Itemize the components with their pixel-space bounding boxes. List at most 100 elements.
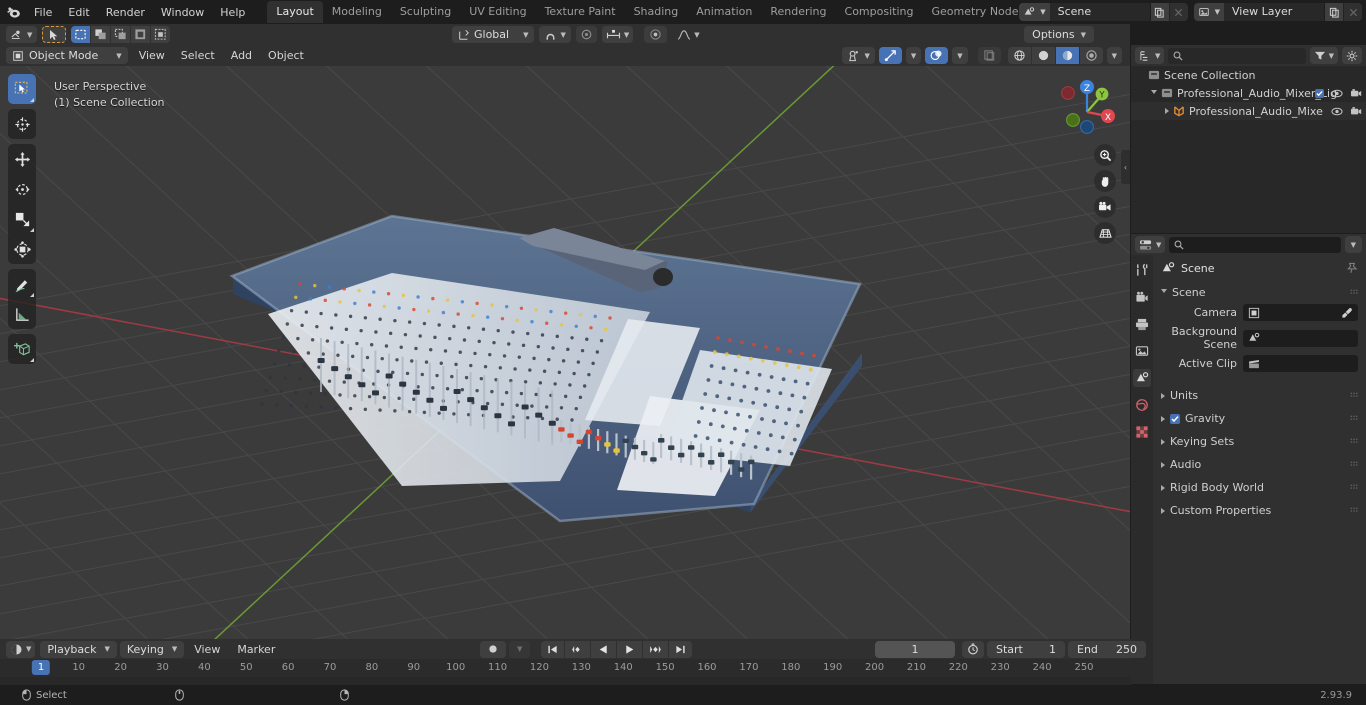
- object-types-visibility-icon[interactable]: ▼: [842, 47, 875, 64]
- render-tab[interactable]: [1133, 288, 1151, 306]
- proportional-falloff-toggle[interactable]: [644, 26, 668, 43]
- viewport-sidebar-toggle[interactable]: ‹: [1121, 150, 1130, 184]
- wireframe-shading-icon[interactable]: [1007, 47, 1031, 64]
- stopwatch-icon[interactable]: [962, 640, 984, 658]
- properties-options-dropdown[interactable]: ▼: [1344, 236, 1362, 253]
- unlink-scene-icon[interactable]: [1168, 3, 1188, 21]
- top-menu-edit[interactable]: Edit: [60, 3, 97, 22]
- filter-icon[interactable]: ▼: [1309, 47, 1338, 64]
- timeline-menu-playback[interactable]: Playback ▼: [40, 640, 117, 658]
- toggle-perspective-button[interactable]: [1094, 222, 1116, 244]
- measure-tool[interactable]: [8, 299, 36, 329]
- tool-settings-icon[interactable]: ▼: [6, 26, 38, 43]
- viewport-menu-select[interactable]: Select: [174, 47, 222, 64]
- move-tool[interactable]: [8, 144, 36, 174]
- rotate-tool[interactable]: [8, 174, 36, 204]
- chevron-right-icon[interactable]: [1165, 108, 1169, 114]
- camera-view-button[interactable]: [1094, 196, 1116, 218]
- play-button[interactable]: [617, 640, 643, 658]
- solid-shading-icon[interactable]: [1031, 47, 1055, 64]
- texture-tab[interactable]: [1133, 423, 1151, 441]
- jump-to-next-keyframe-button[interactable]: [643, 640, 669, 658]
- navigation-gizmo[interactable]: Z Y X: [1048, 72, 1122, 146]
- cursor-tool[interactable]: [8, 109, 36, 139]
- chevron-right-icon[interactable]: [1161, 507, 1165, 514]
- extend-selection-icon[interactable]: [91, 26, 111, 43]
- workspace-tab-layout[interactable]: Layout: [267, 1, 323, 23]
- object-mode-dropdown[interactable]: Object Mode ▼: [6, 47, 128, 64]
- start-frame-field[interactable]: Start 1: [987, 640, 1065, 658]
- eyedropper-icon[interactable]: [1341, 307, 1353, 319]
- auto-keying-dropdown[interactable]: ▼: [509, 640, 531, 658]
- panel-header-audio[interactable]: Audio: [1153, 453, 1366, 476]
- workspace-tab-sculpting[interactable]: Sculpting: [391, 1, 460, 23]
- snap-toggle-button[interactable]: ▼: [539, 26, 571, 43]
- timeline-menu-keying[interactable]: Keying ▼: [119, 640, 185, 658]
- gizmo-dropdown-icon[interactable]: ▼: [905, 47, 922, 64]
- panel-header-rigid-body-world[interactable]: Rigid Body World: [1153, 476, 1366, 499]
- viewport-menu-add[interactable]: Add: [224, 47, 259, 64]
- overlays-dropdown-icon[interactable]: ▼: [952, 47, 968, 64]
- gizmo-icon[interactable]: [878, 47, 902, 64]
- timeline-editor-icon[interactable]: ▼: [6, 640, 36, 658]
- zoom-view-button[interactable]: [1094, 144, 1116, 166]
- transform-orientation-dropdown[interactable]: Global ▼: [452, 26, 535, 43]
- viewlayer-name-field[interactable]: View Layer: [1224, 3, 1324, 21]
- panel-header-gravity[interactable]: Gravity: [1153, 407, 1366, 430]
- panel-header-keying-sets[interactable]: Keying Sets: [1153, 430, 1366, 453]
- timeline-menu-view[interactable]: View: [187, 641, 227, 658]
- scene-selector[interactable]: ▼ Scene: [1019, 3, 1188, 21]
- workspace-tab-animation[interactable]: Animation: [687, 1, 761, 23]
- hide-in-viewport-icon[interactable]: [1331, 89, 1343, 98]
- top-menu-file[interactable]: File: [26, 3, 60, 22]
- scene-tab[interactable]: [1133, 369, 1151, 387]
- viewport-menu-view[interactable]: View: [132, 47, 172, 64]
- chevron-right-icon[interactable]: [1161, 415, 1165, 422]
- shading-dropdown-icon[interactable]: ▼: [1106, 47, 1122, 64]
- tool-tab[interactable]: [1133, 261, 1151, 279]
- viewlayer-selector[interactable]: ▼ View Layer: [1193, 3, 1362, 21]
- subtract-selection-icon[interactable]: [111, 26, 131, 43]
- exclude-checkbox[interactable]: [1315, 88, 1324, 98]
- properties-search-input[interactable]: [1169, 236, 1341, 253]
- 3d-viewport[interactable]: User Perspective (1) Scene Collection Z …: [0, 66, 1130, 639]
- scale-tool[interactable]: [8, 204, 36, 234]
- invert-selection-icon[interactable]: [131, 26, 151, 43]
- options-dropdown[interactable]: Options ▼: [1024, 26, 1094, 43]
- outliner-row[interactable]: Professional_Audio_Mixe: [1131, 102, 1366, 120]
- panel-header-units[interactable]: Units: [1153, 384, 1366, 407]
- gravity-checkbox[interactable]: [1170, 413, 1180, 424]
- panel-header-custom-properties[interactable]: Custom Properties: [1153, 499, 1366, 522]
- intersect-selection-icon[interactable]: [151, 26, 171, 43]
- hide-in-viewport-icon[interactable]: [1331, 107, 1343, 116]
- jump-to-start-button[interactable]: [541, 640, 565, 658]
- background-scene-field[interactable]: [1243, 329, 1358, 347]
- smooth-falloff-icon[interactable]: ▼: [672, 26, 704, 43]
- active-clip-field[interactable]: [1243, 355, 1358, 372]
- tweak-select-tool[interactable]: [8, 74, 36, 104]
- outliner-row[interactable]: Professional_Audio_Mixer_Lig: [1131, 84, 1366, 102]
- workspace-tab-shading[interactable]: Shading: [625, 1, 688, 23]
- pin-icon[interactable]: [1346, 262, 1358, 274]
- transform-tool[interactable]: [8, 234, 36, 264]
- top-menu-window[interactable]: Window: [153, 3, 212, 22]
- workspace-tab-texture-paint[interactable]: Texture Paint: [536, 1, 625, 23]
- scene-name-field[interactable]: Scene: [1049, 3, 1150, 21]
- world-tab[interactable]: [1133, 396, 1151, 414]
- disable-in-renders-icon[interactable]: [1350, 88, 1362, 98]
- current-frame-field[interactable]: 1: [875, 640, 955, 658]
- workspace-tab-rendering[interactable]: Rendering: [761, 1, 835, 23]
- outliner-display-mode-icon[interactable]: ▼: [1135, 47, 1165, 64]
- chevron-right-icon[interactable]: [1161, 392, 1165, 399]
- workspace-tab-modeling[interactable]: Modeling: [323, 1, 391, 23]
- playhead[interactable]: 1: [31, 660, 51, 675]
- toggle-xray-icon[interactable]: [977, 47, 1001, 64]
- move-view-button[interactable]: [1094, 170, 1116, 192]
- auto-keying-record-icon[interactable]: [480, 640, 506, 658]
- chevron-down-icon[interactable]: [1151, 89, 1157, 97]
- top-menu-render[interactable]: Render: [98, 3, 153, 22]
- timeline-menu-marker[interactable]: Marker: [230, 641, 282, 658]
- play-reverse-button[interactable]: [591, 640, 617, 658]
- workspace-tab-compositing[interactable]: Compositing: [836, 1, 923, 23]
- rendered-shading-icon[interactable]: [1079, 47, 1103, 64]
